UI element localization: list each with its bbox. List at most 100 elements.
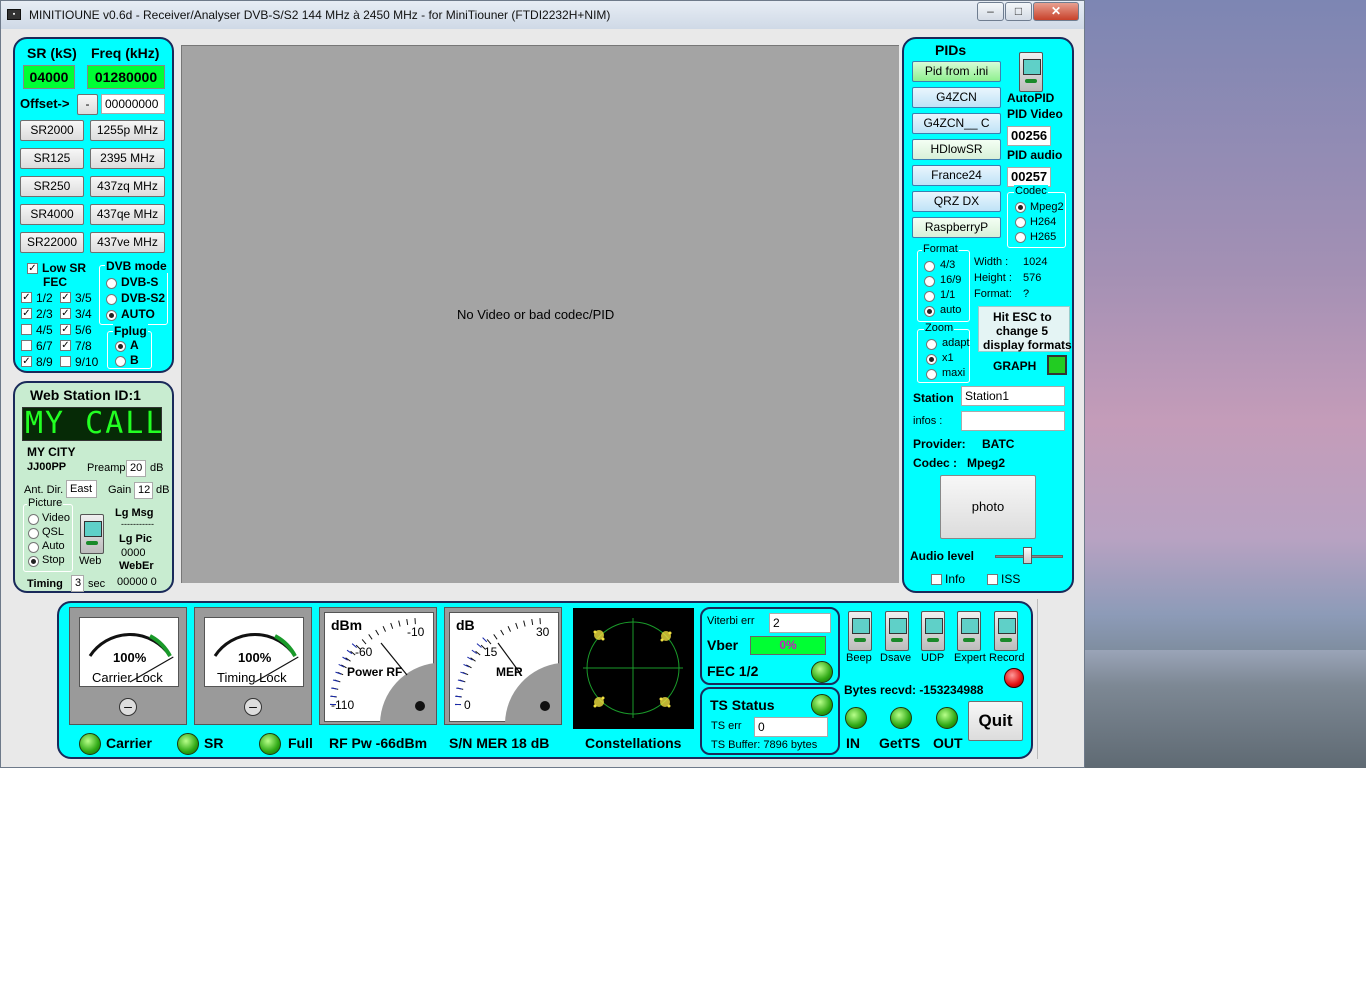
format-4-3-radio[interactable] (924, 261, 935, 272)
title-bar[interactable]: ▪ MINITIOUNE v0.6d - Receiver/Analyser D… (1, 1, 1084, 29)
fec-2-3-checkbox[interactable]: ✓ (21, 308, 32, 319)
freq-preset-437qe[interactable]: 437qe MHz (90, 204, 165, 225)
viterbi-input[interactable]: 2 (769, 613, 831, 633)
dvb-s2-radio[interactable] (106, 294, 117, 305)
graph-toggle[interactable] (1047, 355, 1067, 375)
zoom-adapt-radio[interactable] (926, 339, 937, 350)
beep-toggle[interactable] (848, 611, 872, 651)
timing-lock-reset-icon[interactable]: – (244, 698, 262, 716)
quit-button[interactable]: Quit (968, 701, 1023, 741)
mer-meter: dB 30 15 0 MER (444, 607, 562, 725)
web-toggle-switch[interactable] (80, 514, 104, 554)
maximize-button[interactable]: □ (1005, 2, 1032, 21)
provider-value: BATC (982, 437, 1015, 451)
dvb-s2-label: DVB-S2 (121, 291, 166, 305)
dvb-auto-radio[interactable] (106, 310, 117, 321)
fec-6-7-checkbox[interactable] (21, 340, 32, 351)
dvb-s-radio[interactable] (106, 278, 117, 289)
minimize-button[interactable]: – (977, 2, 1004, 21)
format-16-9-radio[interactable] (924, 276, 935, 287)
constellation-plot (583, 618, 683, 718)
freq-preset-2395[interactable]: 2395 MHz (90, 148, 165, 169)
codec-info-value: Mpeg2 (967, 456, 1006, 470)
pid-video-input[interactable]: 00256 (1007, 126, 1051, 146)
zoom-maxi-radio[interactable] (926, 369, 937, 380)
offset-input[interactable]: 00000000 (101, 94, 165, 114)
carrier-lock-label: Carrier Lock (92, 670, 163, 685)
city-label: MY CITY (27, 445, 76, 459)
codec-h265-radio[interactable] (1015, 232, 1026, 243)
picture-video-label: Video (42, 512, 70, 524)
fec-8-9-checkbox[interactable]: ✓ (21, 356, 32, 367)
photo-button[interactable]: photo (940, 475, 1036, 539)
format-auto-label: auto (940, 304, 962, 316)
format-auto-radio[interactable] (924, 306, 935, 317)
info-checkbox[interactable] (931, 574, 942, 585)
dsave-toggle[interactable] (885, 611, 909, 651)
fplug-b-radio[interactable] (115, 356, 126, 367)
sr250-button[interactable]: SR250 (20, 176, 84, 197)
preamp-input[interactable]: 20 (126, 460, 146, 477)
fec-1-2-checkbox[interactable]: ✓ (21, 292, 32, 303)
format-16-9-label: 16/9 (940, 274, 962, 286)
carrier-lock-reset-icon[interactable]: – (119, 698, 137, 716)
pid-g4zcn-button[interactable]: G4ZCN (912, 87, 1001, 108)
freq-preset-437ve[interactable]: 437ve MHz (90, 232, 165, 253)
pid-raspberryp-button[interactable]: RaspberryP (912, 217, 1001, 238)
infos-input[interactable] (961, 411, 1065, 431)
fec-3-4-label: 3/4 (75, 307, 92, 321)
zoom-maxi-label: maxi (942, 367, 966, 379)
timing-input[interactable]: 3 (71, 575, 84, 592)
ts-err-input[interactable]: 0 (754, 717, 828, 737)
pid-video-label: PID Video (1007, 107, 1063, 121)
pid-audio-label: PID audio (1007, 148, 1063, 162)
freq-input[interactable]: 01280000 (87, 65, 165, 89)
pid-from-ini-button[interactable]: Pid from .ini (912, 61, 1001, 82)
fec-9-10-checkbox[interactable] (60, 356, 71, 367)
pid-qrzdx-button[interactable]: QRZ DX (912, 191, 1001, 212)
station-input[interactable]: Station1 (961, 386, 1065, 406)
audio-level-slider[interactable] (1023, 547, 1032, 564)
fec-3-4-checkbox[interactable]: ✓ (60, 308, 71, 319)
fec-3-5-label: 3/5 (75, 291, 92, 305)
expert-toggle[interactable] (957, 611, 981, 651)
pid-g4zcn-c-button[interactable]: G4ZCN__ C (912, 113, 1001, 134)
fplug-a-radio[interactable] (115, 341, 126, 352)
picture-auto-radio[interactable] (28, 542, 39, 553)
format-1-1-radio[interactable] (924, 291, 935, 302)
codec-h264-radio[interactable] (1015, 217, 1026, 228)
gain-input[interactable]: 12 (134, 482, 153, 499)
zoom-x1-radio[interactable] (926, 354, 937, 365)
antdir-input[interactable]: East (66, 480, 97, 498)
autopid-toggle[interactable] (1019, 52, 1043, 92)
record-toggle[interactable] (994, 611, 1018, 651)
pid-france24-button[interactable]: France24 (912, 165, 1001, 186)
freq-preset-1255p[interactable]: 1255p MHz (90, 120, 165, 141)
sr4000-button[interactable]: SR4000 (20, 204, 84, 225)
picture-stop-label: Stop (42, 554, 65, 566)
udp-toggle[interactable] (921, 611, 945, 651)
zoom-adapt-label: adapt (942, 337, 970, 349)
pid-audio-input[interactable]: 00257 (1007, 167, 1051, 187)
sr2000-button[interactable]: SR2000 (20, 120, 84, 141)
fec-7-8-checkbox[interactable]: ✓ (60, 340, 71, 351)
iss-checkbox[interactable] (987, 574, 998, 585)
low-sr-checkbox[interactable]: ✓ (27, 263, 38, 274)
sr125-button[interactable]: SR125 (20, 148, 84, 169)
station-label: Station (913, 391, 954, 405)
pid-hdlowsr-button[interactable]: HDlowSR (912, 139, 1001, 160)
fec-4-5-checkbox[interactable] (21, 324, 32, 335)
picture-video-radio[interactable] (28, 514, 39, 525)
codec-mpeg2-radio[interactable] (1015, 202, 1026, 213)
sr22000-button[interactable]: SR22000 (20, 232, 84, 253)
sr-input[interactable]: 04000 (23, 65, 75, 89)
freq-preset-437zq[interactable]: 437zq MHz (90, 176, 165, 197)
picture-stop-radio[interactable] (28, 556, 39, 567)
fec-3-5-checkbox[interactable]: ✓ (60, 292, 71, 303)
sr-label-bottom: SR (204, 735, 224, 751)
offset-sign-button[interactable]: - (77, 94, 98, 115)
close-button[interactable]: ✕ (1033, 2, 1079, 21)
picture-qsl-radio[interactable] (28, 528, 39, 539)
video-display[interactable]: No Video or bad codec/PID (181, 45, 899, 583)
fec-5-6-checkbox[interactable]: ✓ (60, 324, 71, 335)
